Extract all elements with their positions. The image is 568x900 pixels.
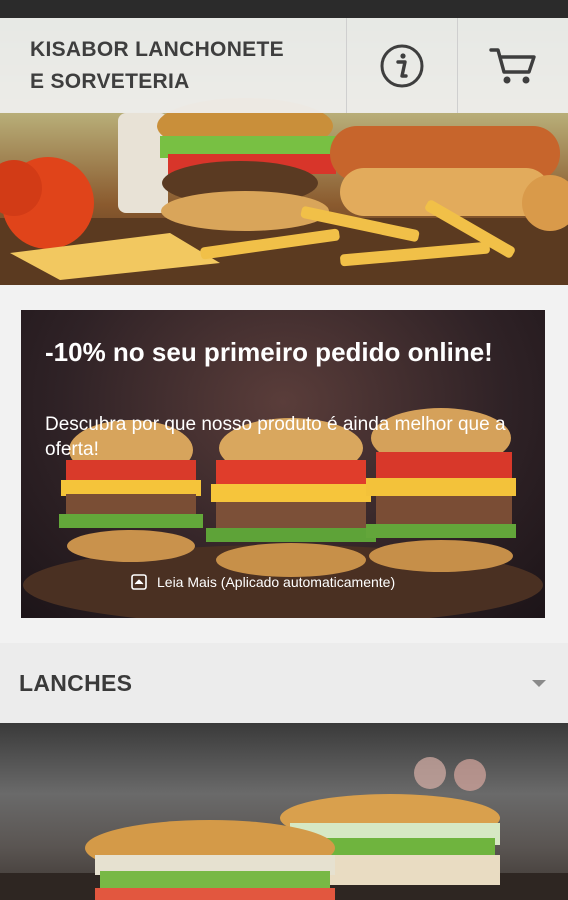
- promo-banner[interactable]: -10% no seu primeiro pedido online! Desc…: [21, 310, 545, 618]
- app-header: KISABOR LANCHONETE E SORVETERIA: [0, 18, 568, 113]
- promo-subtitle: Descubra por que nosso produto é ainda m…: [45, 414, 506, 460]
- cart-button[interactable]: [458, 18, 568, 113]
- category-image[interactable]: [0, 723, 568, 900]
- cart-icon: [489, 47, 536, 83]
- sandwich-illustration: [0, 757, 568, 900]
- promo-read-more-link[interactable]: Leia Mais (Aplicado automaticamente): [131, 574, 395, 590]
- info-button[interactable]: [347, 18, 458, 113]
- category-title: LANCHES: [19, 669, 133, 696]
- store-name: KISABOR LANCHONETE E SORVETERIA: [0, 18, 347, 113]
- store-name-line1: KISABOR LANCHONETE: [30, 37, 284, 61]
- promo-title: -10% no seu primeiro pedido online!: [45, 337, 493, 367]
- info-icon: [380, 44, 424, 87]
- promo-read-more-label: Leia Mais (Aplicado automaticamente): [157, 574, 396, 590]
- category-header-lanches[interactable]: LANCHES: [0, 643, 568, 723]
- expand-icon: [131, 574, 147, 590]
- chevron-down-icon: [532, 680, 546, 687]
- status-bar: [0, 0, 568, 18]
- store-name-line2: E SORVETERIA: [30, 69, 190, 93]
